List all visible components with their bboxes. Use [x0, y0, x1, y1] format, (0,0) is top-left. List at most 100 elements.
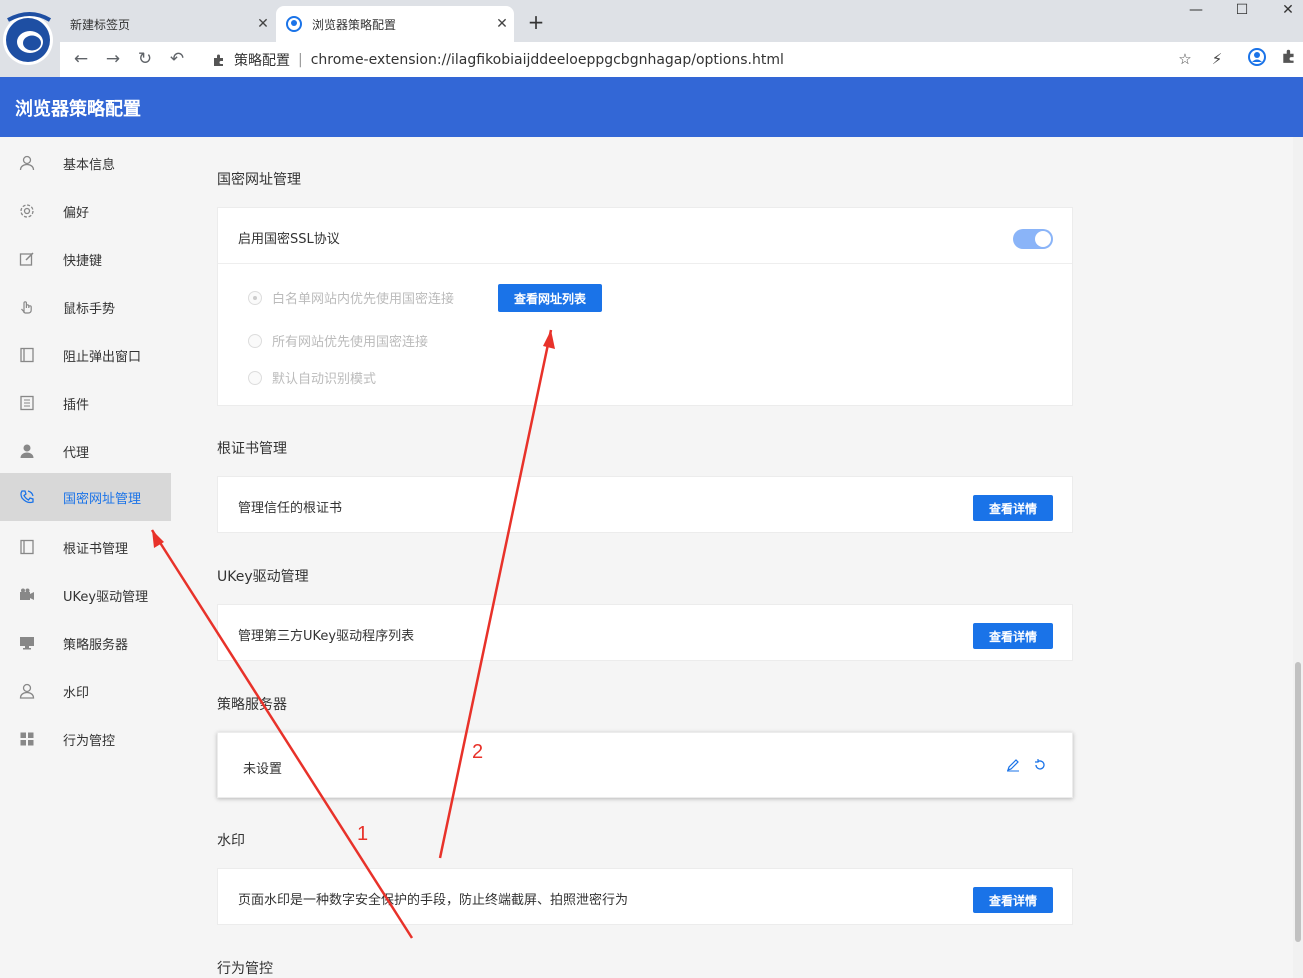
sidebar-item-basic-info[interactable]: 基本信息	[0, 141, 171, 185]
cert-details-button[interactable]: 查看详情	[973, 495, 1053, 521]
edit-icon	[18, 250, 36, 268]
separator: |	[298, 52, 303, 68]
sidebar-item-plugins[interactable]: 插件	[0, 381, 171, 425]
sidebar-item-behavior[interactable]: 行为管控	[0, 717, 171, 761]
undo-button[interactable]: ↶	[165, 47, 189, 71]
extension-icon[interactable]	[1278, 48, 1300, 70]
enable-gm-ssl-toggle[interactable]	[1013, 229, 1053, 249]
sidebar-item-label: 偏好	[63, 205, 90, 221]
sidebar-item-label: 国密网址管理	[63, 491, 142, 507]
address-bar[interactable]: 策略配置 | chrome-extension://ilagfikobiaijd…	[200, 45, 1200, 75]
sidebar-item-preferences[interactable]: 偏好	[0, 189, 171, 233]
enable-gm-ssl-label: 启用国密SSL协议	[238, 232, 340, 247]
section-title-ukey: UKey驱动管理	[217, 569, 309, 585]
list-icon	[18, 394, 36, 412]
radio-button[interactable]	[248, 370, 262, 385]
tab-title: 新建标签页	[70, 17, 131, 32]
sidebar-item-label: 插件	[63, 397, 90, 413]
sidebar-item-gm-url[interactable]: 国密网址管理	[0, 473, 171, 521]
sidebar-item-watermark[interactable]: 水印	[0, 669, 171, 713]
edit-icon[interactable]	[1006, 758, 1020, 772]
radio-whitelist[interactable]: 白名单网站内优先使用国密连接	[248, 288, 454, 307]
url-text[interactable]: chrome-extension://ilagfikobiaijddeeloep…	[311, 52, 784, 68]
sidebar-item-label: 根证书管理	[63, 541, 129, 557]
sidebar-item-label: 行为管控	[63, 733, 116, 749]
ukey-details-button[interactable]: 查看详情	[973, 623, 1053, 649]
tab-new[interactable]: 新建标签页 ✕	[60, 6, 275, 42]
cert-card: 管理信任的根证书 查看详情	[217, 476, 1073, 533]
watermark-details-button[interactable]: 查看详情	[973, 887, 1053, 913]
user-icon	[18, 154, 36, 172]
toolbar: ← → ↻ ↶ 策略配置 | chrome-extension://ilagfi…	[60, 42, 1303, 77]
sidebar-item-label: 快捷键	[63, 253, 103, 269]
browser-logo-icon	[3, 12, 53, 65]
monitor-icon	[18, 634, 36, 652]
radio-auto-detect[interactable]: 默认自动识别模式	[248, 368, 376, 387]
section-title-gm: 国密网址管理	[217, 172, 301, 188]
sidebar-item-label: 代理	[63, 445, 90, 461]
sidebar-item-ukey[interactable]: UKey驱动管理	[0, 573, 171, 617]
page-header: 浏览器策略配置	[0, 77, 1303, 137]
person-icon	[18, 442, 36, 460]
scrollbar-thumb[interactable]	[1295, 662, 1301, 942]
user-outline-icon	[18, 682, 36, 700]
sidebar-item-label: 基本信息	[63, 157, 116, 173]
grid-icon	[18, 730, 36, 748]
camera-icon	[18, 586, 36, 604]
reset-icon[interactable]	[1033, 758, 1047, 772]
sidebar-item-root-cert[interactable]: 根证书管理	[0, 525, 171, 569]
tab-policy[interactable]: 浏览器策略配置 ✕	[276, 6, 514, 42]
gm-card: 启用国密SSL协议 白名单网站内优先使用国密连接 查看网址列表 所有网站优先使用…	[217, 207, 1073, 406]
watermark-label: 页面水印是一种数字安全保护的手段，防止终端截屏、拍照泄密行为	[238, 893, 629, 908]
close-icon[interactable]: ✕	[251, 16, 275, 32]
phone-icon	[18, 488, 36, 506]
browser-chrome: 新建标签页 ✕ 浏览器策略配置 ✕ + — ☐ ✕ ← → ↻ ↶ 策略配置 |…	[0, 0, 1303, 77]
profile-icon	[286, 16, 302, 32]
sidebar-item-policy-server[interactable]: 策略服务器	[0, 621, 171, 665]
sidebar-item-mouse-gestures[interactable]: 鼠标手势	[0, 285, 171, 329]
ukey-label: 管理第三方UKey驱动程序列表	[238, 629, 415, 644]
close-icon[interactable]: ✕	[490, 16, 514, 32]
new-tab-button[interactable]: +	[524, 10, 548, 34]
sidebar-item-shortcuts[interactable]: 快捷键	[0, 237, 171, 281]
page-title: 浏览器策略配置	[15, 99, 141, 120]
radio-label: 默认自动识别模式	[272, 372, 377, 387]
forward-button[interactable]: →	[101, 47, 125, 71]
sidebar-item-label: 水印	[63, 685, 90, 701]
hand-icon	[18, 298, 36, 316]
sidebar-item-popup-block[interactable]: 阻止弹出窗口	[0, 333, 171, 377]
radio-button[interactable]	[248, 290, 262, 305]
radio-all-sites[interactable]: 所有网站优先使用国密连接	[248, 331, 428, 350]
ukey-card: 管理第三方UKey驱动程序列表 查看详情	[217, 604, 1073, 661]
radio-label: 白名单网站内优先使用国密连接	[272, 292, 455, 307]
profile-icon[interactable]	[1246, 48, 1268, 70]
sidebar-item-label: 鼠标手势	[63, 301, 116, 317]
scrollbar[interactable]	[1293, 137, 1303, 978]
gear-icon	[18, 202, 36, 220]
sidebar-item-label: 策略服务器	[63, 637, 129, 653]
section-title-server: 策略服务器	[217, 697, 287, 713]
sidebar: 基本信息 偏好 快捷键 鼠标手势 阻止弹出窗口 插件 代理 国密网址管理 根证书…	[0, 137, 171, 978]
server-card: 未设置	[217, 732, 1073, 798]
minimize-button[interactable]: —	[1173, 2, 1219, 26]
sidebar-item-proxy[interactable]: 代理	[0, 429, 171, 473]
radio-button[interactable]	[248, 333, 262, 348]
view-url-list-button[interactable]: 查看网址列表	[498, 284, 602, 312]
watermark-card: 页面水印是一种数字安全保护的手段，防止终端截屏、拍照泄密行为 查看详情	[217, 868, 1073, 925]
star-icon[interactable]: ☆	[1174, 48, 1196, 70]
lightning-icon[interactable]: ⚡	[1206, 48, 1228, 70]
section-title-cert: 根证书管理	[217, 441, 287, 457]
main-content: 国密网址管理 启用国密SSL协议 白名单网站内优先使用国密连接 查看网址列表 所…	[171, 137, 1293, 978]
radio-label: 所有网站优先使用国密连接	[272, 335, 429, 350]
back-button[interactable]: ←	[69, 47, 93, 71]
sidebar-item-label: 阻止弹出窗口	[63, 349, 142, 365]
section-title-watermark: 水印	[217, 833, 245, 849]
server-value: 未设置	[243, 762, 283, 777]
section-title-behavior: 行为管控	[217, 961, 273, 977]
sidebar-item-label: UKey驱动管理	[63, 589, 149, 605]
window-icon	[18, 346, 36, 364]
close-window-button[interactable]: ✕	[1265, 2, 1303, 26]
reload-button[interactable]: ↻	[133, 47, 157, 71]
maximize-button[interactable]: ☐	[1219, 2, 1265, 26]
divider	[218, 263, 1072, 264]
